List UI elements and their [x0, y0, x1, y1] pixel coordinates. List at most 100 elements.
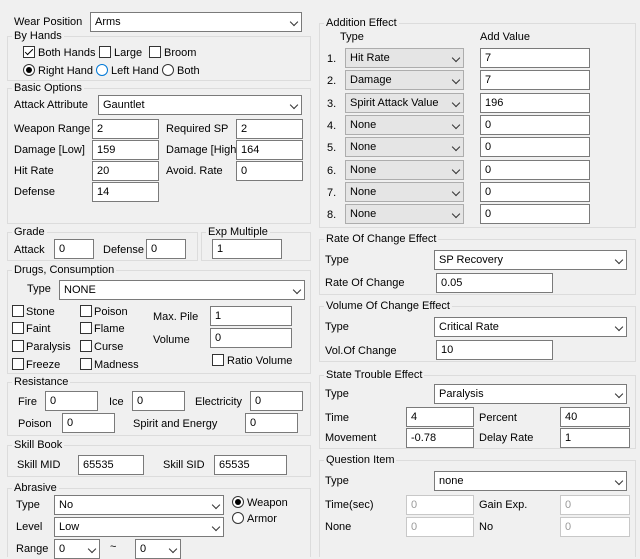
- addition-type-select-3[interactable]: Spirit Attack Value: [345, 93, 464, 113]
- defense-field[interactable]: 14: [92, 182, 159, 202]
- question-type-select[interactable]: none: [434, 471, 627, 491]
- electricity-field[interactable]: 0: [250, 391, 303, 411]
- avoid-rate-field[interactable]: 0: [236, 161, 303, 181]
- question-no-field[interactable]: 0: [560, 517, 630, 537]
- delay-rate-field[interactable]: 1: [560, 428, 630, 448]
- state-trouble-title: State Trouble Effect: [324, 368, 425, 382]
- max-pile-field[interactable]: 1: [210, 306, 292, 326]
- abrasive-level-select[interactable]: Low: [54, 517, 224, 537]
- basic-options-title: Basic Options: [12, 81, 84, 95]
- armor-radio[interactable]: [232, 512, 244, 524]
- addition-type-select-1[interactable]: Hit Rate: [345, 48, 464, 68]
- broom-checkbox[interactable]: [149, 46, 161, 58]
- paralysis-checkbox[interactable]: [12, 340, 24, 352]
- rate-type-select[interactable]: SP Recovery: [434, 250, 627, 270]
- fire-field[interactable]: 0: [45, 391, 98, 411]
- addition-type-select-2[interactable]: Damage: [345, 70, 464, 90]
- ice-field[interactable]: 0: [132, 391, 185, 411]
- addition-type-value: None: [350, 141, 377, 153]
- resistance-title: Resistance: [12, 375, 71, 389]
- both-hands-checkbox[interactable]: [23, 46, 35, 58]
- electricity-label: Electricity: [195, 396, 243, 408]
- range-from-value: 0: [59, 543, 66, 555]
- grade-defense-label: Defense: [103, 244, 144, 256]
- skill-sid-field[interactable]: 65535: [214, 455, 287, 475]
- gain-exp-label: Gain Exp.: [479, 499, 528, 511]
- drugs-type-select[interactable]: NONE: [59, 280, 305, 300]
- addition-value-field-2[interactable]: 7: [480, 70, 590, 90]
- addition-value-field-4[interactable]: 0: [480, 115, 590, 135]
- question-time-field[interactable]: 0: [406, 495, 474, 515]
- skill-book-title: Skill Book: [12, 438, 65, 452]
- faint-checkbox[interactable]: [12, 322, 24, 334]
- vol-of-change-field[interactable]: 10: [436, 340, 553, 360]
- both-radio[interactable]: [162, 64, 174, 76]
- damage-high-field[interactable]: 164: [236, 140, 303, 160]
- chevron-down-icon: [211, 500, 221, 510]
- addition-value-field-3[interactable]: 196: [480, 93, 590, 113]
- addition-value-field-1[interactable]: 7: [480, 48, 590, 68]
- required-sp-field[interactable]: 2: [236, 119, 303, 139]
- grade-defense-field[interactable]: 0: [146, 239, 186, 259]
- madness-checkbox[interactable]: [80, 358, 92, 370]
- damage-low-field[interactable]: 159: [92, 140, 159, 160]
- avoid-rate-label: Avoid. Rate: [166, 165, 223, 177]
- question-time-label: Time(sec): [325, 499, 374, 511]
- range-from-select[interactable]: 0: [54, 539, 100, 559]
- addition-type-select-4[interactable]: None: [345, 115, 464, 135]
- row-number: 8.: [327, 209, 337, 221]
- ratio-volume-checkbox[interactable]: [212, 354, 224, 366]
- addition-value-field-6[interactable]: 0: [480, 160, 590, 180]
- addition-type-select-6[interactable]: None: [345, 160, 464, 180]
- question-none-field[interactable]: 0: [406, 517, 474, 537]
- addition-value-field-5[interactable]: 0: [480, 137, 590, 157]
- state-type-select[interactable]: Paralysis: [434, 384, 627, 404]
- freeze-checkbox[interactable]: [12, 358, 24, 370]
- volume-type-select[interactable]: Critical Rate: [434, 317, 627, 337]
- exp-multiple-field[interactable]: 1: [212, 239, 282, 259]
- grade-attack-field[interactable]: 0: [54, 239, 94, 259]
- gain-exp-field[interactable]: 0: [560, 495, 630, 515]
- skill-mid-field[interactable]: 65535: [78, 455, 144, 475]
- wear-position-select[interactable]: Arms: [90, 12, 302, 32]
- chevron-down-icon: [451, 98, 461, 108]
- spirit-energy-field[interactable]: 0: [245, 413, 298, 433]
- state-type-value: Paralysis: [439, 388, 484, 400]
- flame-checkbox[interactable]: [80, 322, 92, 334]
- left-hand-radio[interactable]: [96, 64, 108, 76]
- rate-change-title: Rate Of Change Effect: [324, 232, 439, 246]
- large-checkbox[interactable]: [99, 46, 111, 58]
- addition-type-value: None: [350, 164, 377, 176]
- addition-type-select-8[interactable]: None: [345, 204, 464, 224]
- right-hand-radio[interactable]: [23, 64, 35, 76]
- hit-rate-field[interactable]: 20: [92, 161, 159, 181]
- weapon-range-field[interactable]: 2: [92, 119, 159, 139]
- rate-of-change-field[interactable]: 0.05: [436, 273, 553, 293]
- stone-checkbox[interactable]: [12, 305, 24, 317]
- addition-value-field-8[interactable]: 0: [480, 204, 590, 224]
- attack-attribute-select[interactable]: Gauntlet: [98, 95, 302, 115]
- abrasive-type-select[interactable]: No: [54, 495, 224, 515]
- poison-checkbox[interactable]: [80, 305, 92, 317]
- chevron-down-icon: [451, 209, 461, 219]
- defense-label: Defense: [14, 186, 55, 198]
- addition-effect-title: Addition Effect: [324, 16, 399, 30]
- abrasive-type-value: No: [59, 499, 74, 511]
- volume-field[interactable]: 0: [210, 328, 292, 348]
- weapon-radio[interactable]: [232, 496, 244, 508]
- percent-label: Percent: [479, 412, 517, 424]
- resist-poison-field[interactable]: 0: [62, 413, 115, 433]
- addition-type-select-7[interactable]: None: [345, 182, 464, 202]
- exp-multiple-title: Exp Multiple: [206, 225, 270, 239]
- movement-field[interactable]: -0.78: [406, 428, 474, 448]
- question-no-label: No: [479, 521, 494, 533]
- chevron-down-icon: [451, 142, 461, 152]
- damage-low-label: Damage [Low]: [14, 144, 85, 156]
- addition-type-select-5[interactable]: None: [345, 137, 464, 157]
- range-to-select[interactable]: 0: [135, 539, 181, 559]
- addition-value-field-7[interactable]: 0: [480, 182, 590, 202]
- state-time-field[interactable]: 4: [406, 407, 474, 427]
- percent-field[interactable]: 40: [560, 407, 630, 427]
- question-item-title: Question Item: [324, 453, 397, 467]
- curse-checkbox[interactable]: [80, 340, 92, 352]
